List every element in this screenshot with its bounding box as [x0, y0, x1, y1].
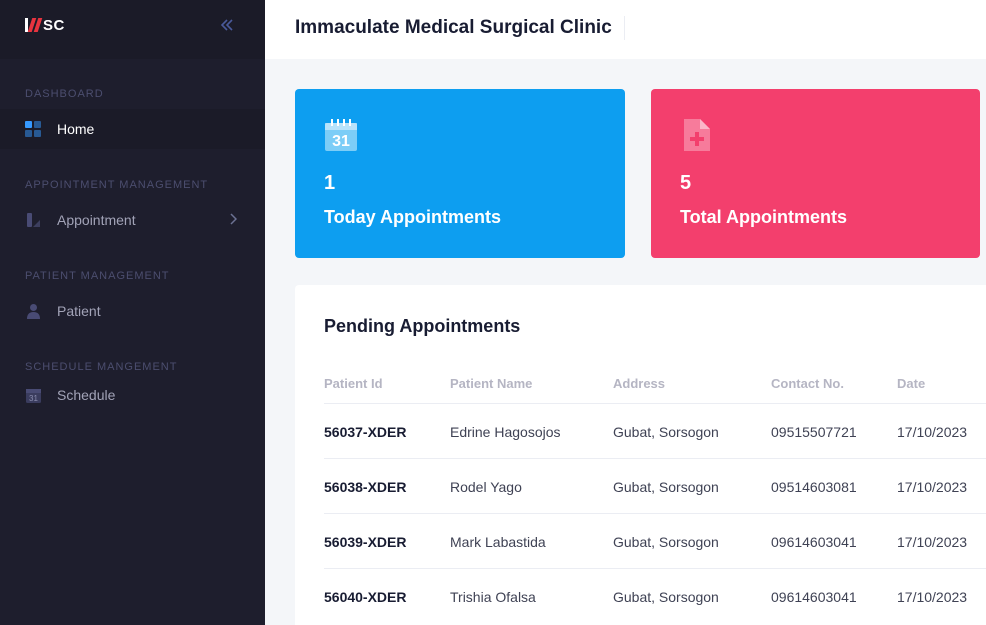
- dashboard-grid-icon: [25, 120, 42, 138]
- today-appointments-label: Today Appointments: [324, 207, 501, 227]
- pending-appointments-panel: Pending Appointments Patient Id Patient …: [295, 285, 986, 625]
- app-logo[interactable]: SC: [25, 16, 65, 34]
- stat-card-total-appointments[interactable]: 5 Total Appointments: [651, 89, 980, 258]
- section-appointment-management: APPOINTMENT MANAGEMENT: [25, 179, 209, 191]
- calendar-icon: 31: [25, 387, 42, 404]
- patient-address: Gubat, Sorsogon: [613, 589, 719, 605]
- sidebar-item-label: Patient: [57, 303, 101, 319]
- patient-name: Mark Labastida: [450, 534, 546, 550]
- section-dashboard: DASHBOARD: [25, 88, 104, 100]
- collapse-sidebar-icon[interactable]: [219, 17, 237, 35]
- sidebar-item-patient[interactable]: Patient: [0, 291, 265, 331]
- stat-card-today-appointments[interactable]: 31 1 Today Appointments: [295, 89, 625, 258]
- chevron-right-icon: [229, 213, 238, 228]
- patient-id: 56039-XDER: [324, 534, 407, 550]
- patient-name: Edrine Hagosojos: [450, 424, 561, 440]
- table-row[interactable]: 56040-XDER Trishia Ofalsa Gubat, Sorsogo…: [324, 568, 986, 623]
- sidebar-item-label: Home: [57, 121, 95, 137]
- patient-name: Rodel Yago: [450, 479, 522, 495]
- patient-address: Gubat, Sorsogon: [613, 424, 719, 440]
- section-patient-management: PATIENT MANAGEMENT: [25, 270, 170, 282]
- patient-address: Gubat, Sorsogon: [613, 479, 719, 495]
- total-appointments-count: 5: [680, 172, 692, 194]
- pending-appointments-title: Pending Appointments: [324, 316, 521, 336]
- today-appointments-count: 1: [324, 172, 336, 194]
- svg-text:31: 31: [332, 133, 350, 150]
- patient-name: Trishia Ofalsa: [450, 589, 536, 605]
- patient-id: 56040-XDER: [324, 589, 407, 605]
- patient-contact: 09515507721: [771, 424, 857, 440]
- column-header-address[interactable]: Address: [613, 376, 665, 391]
- table-row[interactable]: 56039-XDER Mark Labastida Gubat, Sorsogo…: [324, 513, 986, 568]
- top-header: Immaculate Medical Surgical Clinic: [265, 0, 986, 59]
- page-title: Immaculate Medical Surgical Clinic: [295, 17, 612, 38]
- sidebar-item-appointment[interactable]: Appointment: [0, 200, 265, 240]
- column-header-contact[interactable]: Contact No.: [771, 376, 844, 391]
- patient-id: 56037-XDER: [324, 424, 407, 440]
- column-header-patient-name[interactable]: Patient Name: [450, 376, 532, 391]
- user-icon: [25, 303, 42, 320]
- patient-contact: 09614603041: [771, 589, 857, 605]
- calendar-icon: 31: [324, 118, 358, 157]
- title-divider: [624, 16, 625, 40]
- table-row[interactable]: 56038-XDER Rodel Yago Gubat, Sorsogon 09…: [324, 458, 986, 513]
- sidebar: SC DASHBOARD Home APPOINTMENT MANAGEMENT…: [0, 0, 265, 625]
- svg-text:31: 31: [29, 394, 38, 403]
- table-row[interactable]: 56037-XDER Edrine Hagosojos Gubat, Sorso…: [324, 403, 986, 458]
- total-appointments-label: Total Appointments: [680, 207, 847, 227]
- logo-text: SC: [43, 16, 65, 34]
- appointment-date: 17/10/2023: [897, 534, 968, 550]
- logo-mark-icon: [25, 18, 43, 32]
- column-header-patient-id[interactable]: Patient Id: [324, 376, 383, 391]
- patient-id: 56038-XDER: [324, 479, 407, 495]
- appointment-date: 17/10/2023: [897, 424, 968, 440]
- sidebar-item-label: Schedule: [57, 387, 116, 403]
- appointment-date: 17/10/2023: [897, 479, 968, 495]
- patient-contact: 09514603081: [771, 479, 857, 495]
- section-schedule-management: SCHEDULE MANGEMENT: [25, 361, 178, 373]
- sidebar-item-schedule[interactable]: 31 Schedule: [0, 375, 265, 415]
- column-header-date[interactable]: Date: [897, 376, 925, 391]
- sidebar-item-label: Appointment: [57, 212, 136, 228]
- patient-address: Gubat, Sorsogon: [613, 534, 719, 550]
- appointment-icon: [25, 212, 42, 229]
- medical-file-icon: [680, 118, 714, 157]
- sidebar-item-home[interactable]: Home: [0, 109, 265, 149]
- patient-contact: 09614603041: [771, 534, 857, 550]
- brand-bar: SC: [0, 0, 265, 59]
- appointment-date: 17/10/2023: [897, 589, 968, 605]
